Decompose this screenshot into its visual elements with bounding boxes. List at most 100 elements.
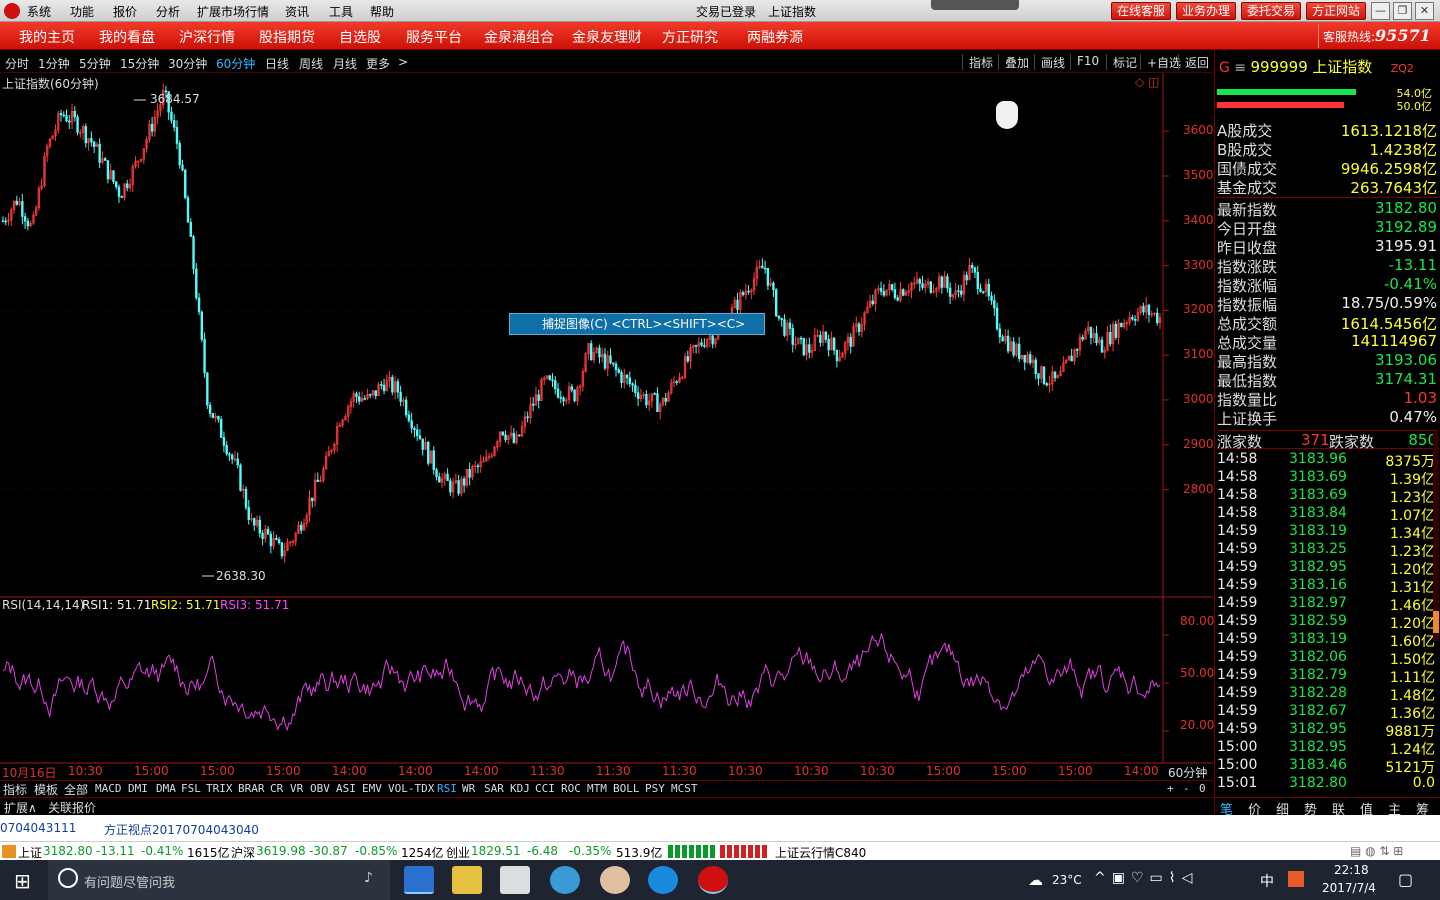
indicator-tab[interactable]: TRIX <box>206 782 233 795</box>
edge-icon[interactable] <box>404 866 434 894</box>
indicator-tab[interactable]: VOL-TDX <box>388 782 434 795</box>
q3-name[interactable]: 创业 <box>446 844 470 861</box>
tab-control-button[interactable]: - <box>1183 782 1190 795</box>
scrollbar-thumb[interactable] <box>1433 611 1439 633</box>
windows-start-icon[interactable]: ⊞ <box>14 869 31 893</box>
period-5min[interactable]: 5分钟 <box>79 55 111 72</box>
indicator-tab[interactable]: ASI <box>336 782 356 795</box>
period-more-arrow-icon[interactable]: > <box>398 55 408 69</box>
tool-indicator[interactable]: 指标 <box>962 54 993 70</box>
ime-indicator[interactable]: 中 <box>1260 871 1274 891</box>
status-icons[interactable]: ▤ ◍ ⇅ ⊞ <box>1350 844 1403 858</box>
ext-toggle[interactable]: 扩展∧ <box>4 799 37 816</box>
cloud-quote-label[interactable]: 上证云行情C840 <box>775 844 866 861</box>
tool-mark[interactable]: 标记 <box>1106 54 1137 70</box>
indicator-tab[interactable]: DMA <box>156 782 176 795</box>
business-button[interactable]: 业务办理 <box>1176 2 1237 20</box>
close-button[interactable]: ✕ <box>1415 2 1434 20</box>
mic-icon[interactable]: ♪ <box>364 870 373 886</box>
menu-icon[interactable]: ≡ <box>1234 60 1246 76</box>
tool-back[interactable]: 返回 <box>1178 54 1209 70</box>
float-toolbar-handle[interactable] <box>931 0 1019 10</box>
nav-wealth[interactable]: 金泉友理财 <box>572 27 642 47</box>
nav-home[interactable]: 我的主页 <box>19 27 75 47</box>
tick-scrollbar[interactable] <box>1433 431 1439 641</box>
browser-icon[interactable] <box>648 866 678 894</box>
indicator-tab[interactable]: CR <box>270 782 283 795</box>
period-weekly[interactable]: 周线 <box>299 55 323 72</box>
notification-icon[interactable]: ▢ <box>1398 870 1413 889</box>
indicator-tab[interactable]: WR <box>462 782 475 795</box>
chart-options-icon[interactable]: ◇ ◫ <box>1135 75 1159 89</box>
store-icon[interactable] <box>500 866 530 894</box>
menu-system[interactable]: 系统 <box>27 3 51 20</box>
indicator-tab[interactable]: RSI <box>437 782 457 795</box>
trade-button[interactable]: 委托交易 <box>1241 2 1302 20</box>
q1-name[interactable]: 上证 <box>18 844 42 861</box>
indicator-tab[interactable]: MCST <box>671 782 698 795</box>
menu-tools[interactable]: 工具 <box>329 3 353 20</box>
indicator-tab[interactable]: ROC <box>561 782 581 795</box>
ime-app-icon[interactable] <box>1288 871 1304 887</box>
period-60min[interactable]: 60分钟 <box>216 55 255 72</box>
menu-analysis[interactable]: 分析 <box>156 3 180 20</box>
indicator-tab[interactable]: 模板 <box>34 781 58 798</box>
news-item-2[interactable]: 方正视点20170704043040 <box>104 821 259 838</box>
period-intraday[interactable]: 分时 <box>5 55 29 72</box>
period-15min[interactable]: 15分钟 <box>120 55 159 72</box>
indicator-tab[interactable]: BRAR <box>238 782 265 795</box>
avatar-app-icon[interactable] <box>600 866 630 894</box>
nav-futures[interactable]: 股指期货 <box>259 27 315 47</box>
news-item-1[interactable]: 0704043111 <box>0 821 76 835</box>
restore-button[interactable]: ❐ <box>1393 2 1412 20</box>
tab-control-button[interactable]: 0 <box>1199 782 1206 795</box>
chart-area[interactable]: 上证指数(60分钟) ◇ ◫ 3684.57 2638.30 3600 3500 3… <box>0 73 1214 796</box>
nav-watch[interactable]: 我的看盘 <box>99 27 155 47</box>
minimize-button[interactable]: — <box>1371 2 1390 20</box>
ext-related-quote[interactable]: 关联报价 <box>48 799 96 816</box>
q2-name[interactable]: 沪深 <box>231 844 255 861</box>
period-more[interactable]: 更多 <box>366 55 390 72</box>
candlestick-chart[interactable] <box>0 73 1213 780</box>
indicator-tab[interactable]: MTM <box>587 782 607 795</box>
website-button[interactable]: 方正网站 <box>1306 2 1367 20</box>
weather-icon[interactable]: ☁ <box>1028 871 1043 889</box>
tool-draw[interactable]: 画线 <box>1034 54 1065 70</box>
clock-date[interactable]: 2017/7/4 <box>1322 881 1376 895</box>
clock-time[interactable]: 22:18 <box>1334 863 1369 877</box>
search-box[interactable]: 有问题尽管问我 ♪ <box>48 860 390 900</box>
indicator-tab[interactable]: SAR <box>484 782 504 795</box>
menu-info[interactable]: 资讯 <box>285 3 309 20</box>
indicator-tab[interactable]: EMV <box>362 782 382 795</box>
period-monthly[interactable]: 月线 <box>333 55 357 72</box>
nav-market[interactable]: 沪深行情 <box>179 27 235 47</box>
nav-service[interactable]: 服务平台 <box>406 27 462 47</box>
nav-portfolio[interactable]: 金泉涌组合 <box>484 27 554 47</box>
nav-research[interactable]: 方正研究 <box>662 27 718 47</box>
indicator-tab[interactable]: FSL <box>181 782 201 795</box>
indicator-tab[interactable]: VR <box>290 782 303 795</box>
online-service-button[interactable]: 在线客服 <box>1111 2 1172 20</box>
menu-quote[interactable]: 报价 <box>113 3 137 20</box>
indicator-tab[interactable]: 全部 <box>64 781 88 798</box>
indicator-tab[interactable]: MACD <box>95 782 122 795</box>
menu-help[interactable]: 帮助 <box>370 3 394 20</box>
founder-app-icon[interactable] <box>698 866 728 894</box>
tray-icons[interactable]: ^▣♡▭⌇◁ <box>1094 870 1198 886</box>
ie-icon[interactable] <box>550 866 580 894</box>
capture-tooltip[interactable]: 捕捉图像(C) <CTRL><SHIFT><C> <box>509 313 765 335</box>
file-explorer-icon[interactable] <box>452 866 482 894</box>
tool-f10[interactable]: F10 <box>1070 54 1099 70</box>
indicator-tab[interactable]: CCI <box>535 782 555 795</box>
tool-add-favorite[interactable]: +自选 <box>1140 54 1181 70</box>
tool-overlay[interactable]: 叠加 <box>998 54 1029 70</box>
period-30min[interactable]: 30分钟 <box>168 55 207 72</box>
menu-ext-market[interactable]: 扩展市场行情 <box>197 3 269 20</box>
indicator-tab[interactable]: PSY <box>645 782 665 795</box>
period-1min[interactable]: 1分钟 <box>38 55 70 72</box>
nav-margin[interactable]: 两融券源 <box>747 27 803 47</box>
indicator-tab[interactable]: OBV <box>310 782 330 795</box>
tab-control-button[interactable]: + <box>1167 782 1174 795</box>
period-daily[interactable]: 日线 <box>265 55 289 72</box>
indicator-tab[interactable]: BOLL <box>613 782 640 795</box>
